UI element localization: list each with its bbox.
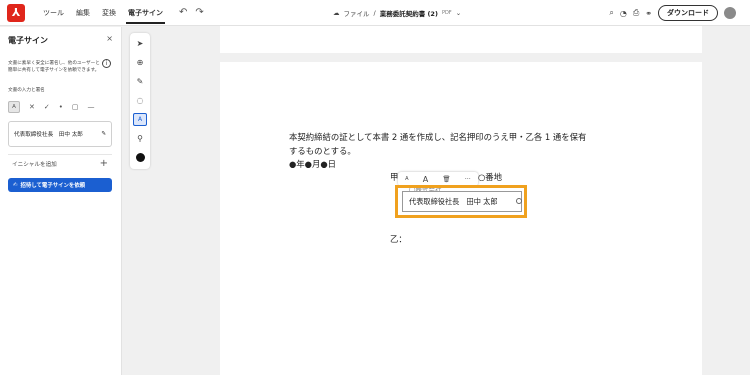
panel-title: 電子サイン [8, 36, 48, 45]
previous-page [220, 26, 702, 53]
signature-text: 代表取締役社長 田中 太郎 [14, 132, 83, 138]
file-breadcrumb: ☁ ファイル / 業務委託契約書 (2) PDF ⌄ [333, 0, 461, 26]
search-icon[interactable]: ⌕ [609, 8, 613, 18]
undo-icon[interactable]: ↶ [179, 7, 187, 18]
menu-edit[interactable]: 編集 [70, 0, 96, 26]
panel-description: 文書に素早く安全に署名し、他のユーザーと簡単に共有して電子サインを依頼できます。 [8, 61, 100, 73]
plus-icon[interactable]: + [100, 158, 108, 169]
doc-line-1: 本契約締結の証として本書 2 通を作成し、記名押印のうえ甲・乙各 1 通を保有 [289, 132, 587, 142]
print-icon[interactable]: ⎙ [633, 8, 639, 18]
stamp-icon[interactable]: ⚲ [133, 132, 147, 145]
text-format-toolbar: A A 🗑 ··· [398, 172, 478, 186]
undo-redo: ↶ ↷ [179, 7, 204, 18]
cross-icon[interactable]: ✕ [29, 103, 35, 111]
color-swatch [135, 153, 145, 162]
draw-pen-icon[interactable]: ✎ [133, 75, 147, 88]
file-name[interactable]: 業務委託契約書 (2) [380, 8, 438, 18]
lasso-icon[interactable]: ◌ [133, 94, 147, 107]
text-field-tool[interactable]: A [8, 101, 20, 113]
right-tools: ⌕ ◔ ⎙ ⚭ ダウンロード [609, 0, 736, 26]
request-signature-button[interactable]: ✍ 招待して電子サインを依頼 [8, 178, 112, 192]
document-page [220, 62, 702, 375]
increase-font-icon[interactable]: A [423, 175, 428, 184]
download-button[interactable]: ダウンロード [658, 5, 718, 21]
chevron-down-icon[interactable]: ⌄ [456, 9, 461, 17]
avatar[interactable] [724, 7, 736, 19]
pen-icon[interactable]: ✎ [101, 131, 106, 137]
cursor-icon[interactable]: ➤ [133, 37, 147, 50]
close-icon[interactable]: × [106, 34, 113, 43]
signature-card[interactable]: 代表取締役社長 田中 太郎 ✎ [8, 121, 112, 147]
main-menu: ツール 編集 変換 電子サイン [37, 0, 169, 26]
more-icon[interactable]: ··· [465, 175, 471, 183]
section-label: 文書の入力と署名 [8, 88, 45, 93]
delete-icon[interactable]: 🗑 [442, 175, 450, 183]
request-signature-label: 招待して電子サインを依頼 [20, 183, 86, 189]
file-ext: PDF [441, 10, 452, 16]
cloud-icon: ☁ [333, 9, 340, 17]
assistant-icon[interactable]: ◔ [620, 9, 627, 18]
decrease-font-icon[interactable]: A [405, 176, 408, 182]
color-picker[interactable] [133, 151, 147, 164]
check-icon[interactable]: ✓ [44, 103, 50, 111]
initial-label: イニシャルを追加 [12, 161, 57, 168]
menu-esign[interactable]: 電子サイン [122, 0, 169, 26]
info-icon[interactable]: i [102, 59, 111, 68]
dot-icon[interactable]: • [59, 103, 63, 111]
acrobat-logo[interactable]: ⅄ [7, 3, 25, 22]
link-icon[interactable]: ⚭ [645, 9, 652, 18]
top-bar: ⅄ ツール 編集 変換 電子サイン ↶ ↷ ☁ ファイル / 業務委託契約書 (… [0, 0, 750, 26]
doc-party-b: 乙： [390, 234, 407, 244]
doc-address: ○番地 [478, 172, 503, 182]
redo-icon[interactable]: ↷ [195, 7, 203, 18]
rectangle-icon[interactable]: ▢ [72, 103, 79, 111]
sign-tools: A ✕ ✓ • ▢ — [8, 101, 113, 113]
zoom-icon[interactable]: ⊕ [133, 56, 147, 69]
menu-convert[interactable]: 変換 [96, 0, 122, 26]
breadcrumb-separator: / [373, 9, 376, 17]
esign-panel: 電子サイン × 文書に素早く安全に署名し、他のユーザーと簡単に共有して電子サイン… [0, 27, 122, 375]
file-location[interactable]: ファイル [344, 8, 370, 18]
vertical-toolbar: ➤ ⊕ ✎ ◌ A ⚲ [130, 33, 150, 169]
add-initial-row[interactable]: イニシャルを追加 + [8, 154, 112, 172]
request-sign-icon: ✍ [13, 182, 18, 188]
line-icon[interactable]: — [88, 103, 95, 111]
menu-tools[interactable]: ツール [37, 0, 70, 26]
text-box-icon[interactable]: A [133, 113, 147, 126]
resize-handle[interactable] [516, 198, 522, 204]
signature-text-field[interactable]: 代表取締役社長 田中 太郎 [402, 191, 522, 212]
doc-date: ●年●月●日 [289, 159, 337, 169]
doc-line-2: するものとする。 [289, 146, 356, 156]
